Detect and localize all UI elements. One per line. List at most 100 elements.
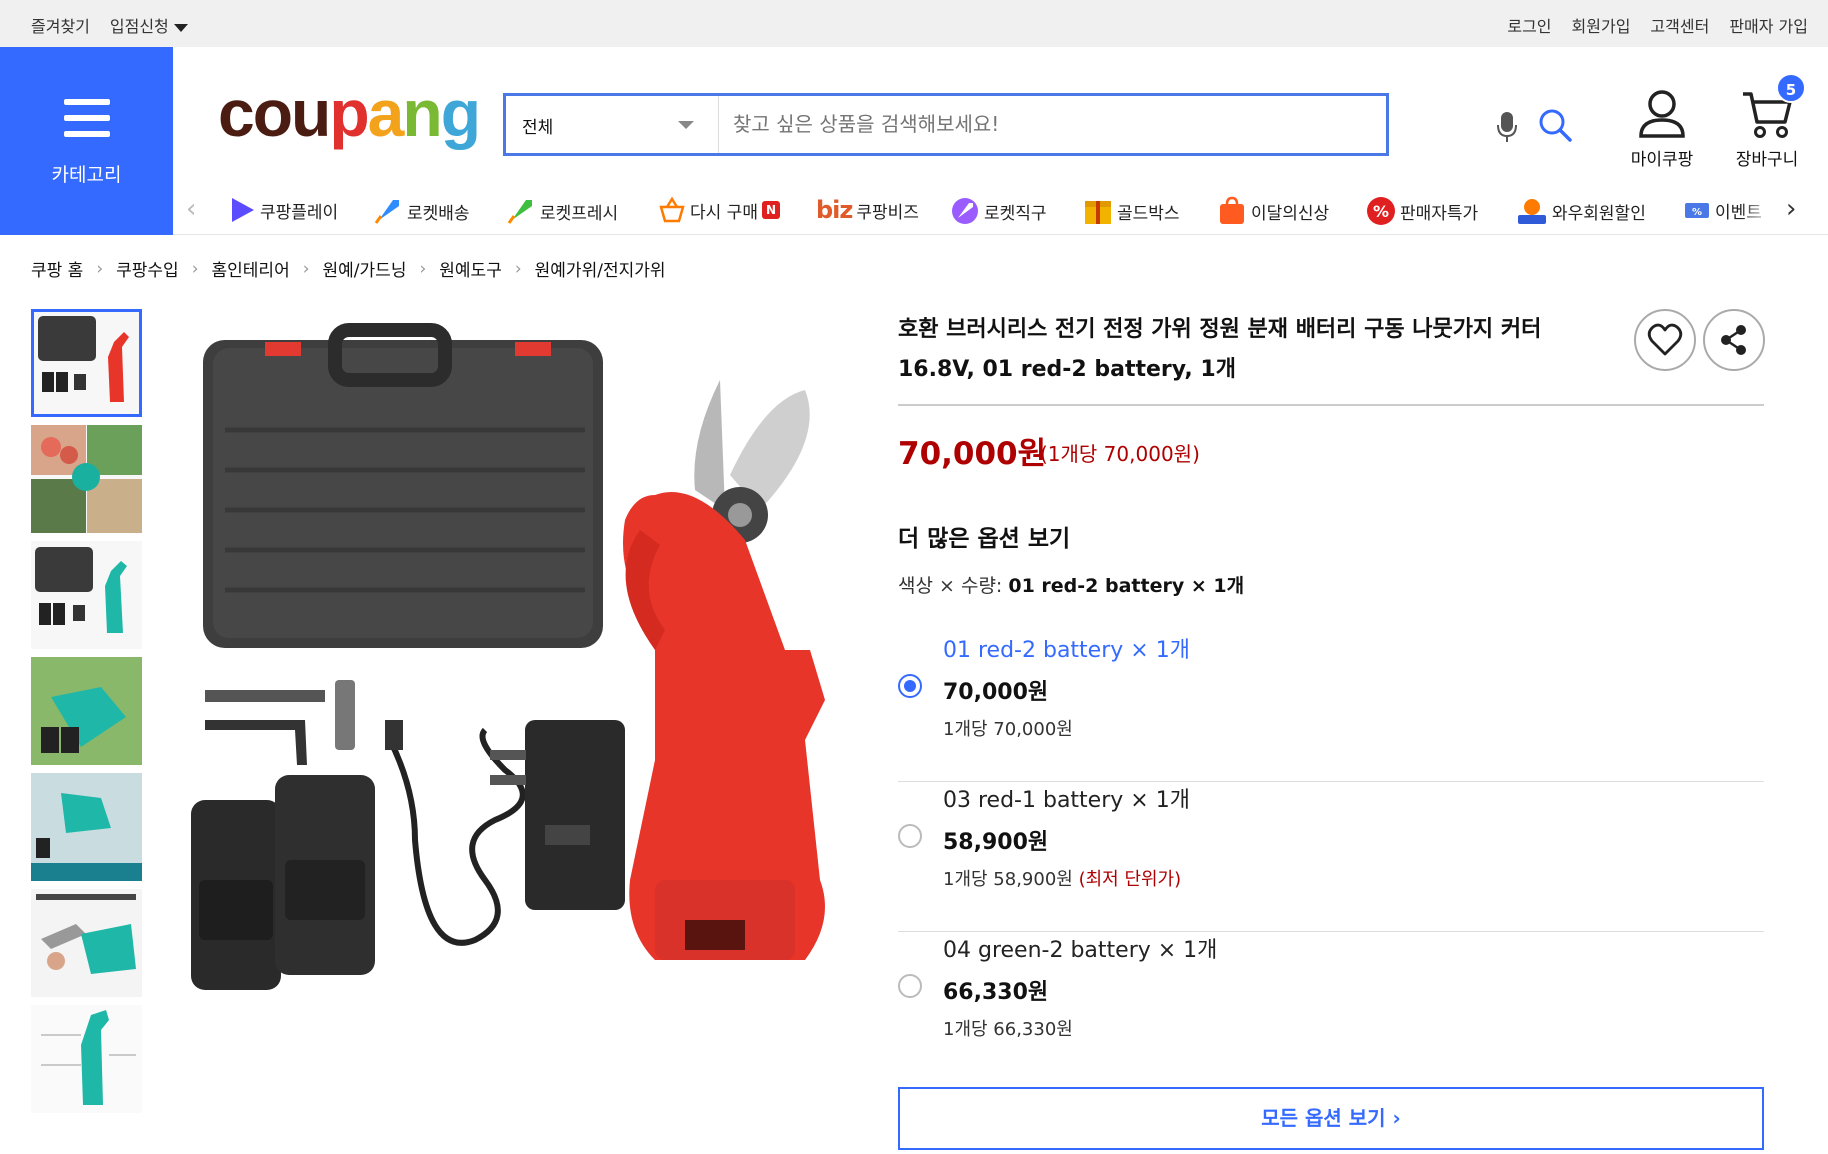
nav-item-rocket-fresh[interactable]: 로켓프레시 xyxy=(506,196,618,226)
breadcrumb-link[interactable]: 원예/가드닝 xyxy=(323,256,407,281)
nav-next-chevron-icon[interactable]: › xyxy=(1786,194,1796,224)
search-icon[interactable] xyxy=(1537,107,1573,143)
cart-label: 장바구니 xyxy=(1735,150,1799,170)
rocket-fresh-icon xyxy=(507,200,532,224)
nav-item-new-this-month[interactable]: 이달의신상 xyxy=(1217,196,1329,226)
breadcrumb-link[interactable]: 쿠팡수입 xyxy=(116,256,179,281)
seller-apply-dropdown[interactable]: 입점신청 xyxy=(110,13,188,37)
nav-label: 이벤트 xyxy=(1715,202,1762,223)
thumbnail-image xyxy=(31,773,142,881)
view-all-options-label: 모든 옵션 보기 xyxy=(1261,1106,1386,1130)
bookmark-link[interactable]: 즐겨찾기 xyxy=(31,13,90,37)
option-unit-price: 1개당 70,000원 xyxy=(943,719,1073,740)
nav-label: 와우회원할인 xyxy=(1552,203,1646,224)
nav-item-rocket-delivery[interactable]: 로켓배송 xyxy=(373,196,470,226)
basket-icon xyxy=(659,196,685,223)
product-main-image xyxy=(191,323,825,990)
search-scope-select[interactable]: 전체 xyxy=(506,96,719,153)
quick-nav: ‹ 쿠팡플레이 로켓배송 로켓프레시 다시 구매 N biz 쿠팡비즈 로켓직구… xyxy=(186,190,1806,226)
option-row[interactable]: 01 red-2 battery × 1개 70,000원 1개당 70,000… xyxy=(898,632,1764,782)
nav-prev-chevron-icon[interactable]: ‹ xyxy=(186,194,196,224)
nav-label: 이달의신상 xyxy=(1251,203,1330,224)
nav-item-wow-discount[interactable]: 와우회원할인 xyxy=(1516,196,1646,226)
cart-button[interactable]: 장바구니 5 xyxy=(1730,73,1806,170)
nav-item-event[interactable]: % 이벤트 xyxy=(1683,196,1778,224)
option-row[interactable]: 04 green-2 battery × 1개 66,330원 1개당 66,3… xyxy=(898,932,1764,1082)
my-coupang-label: 마이쿠팡 xyxy=(1630,150,1694,170)
thumbnail-2[interactable] xyxy=(31,425,142,533)
chevron-right-icon: › xyxy=(191,258,199,279)
category-menu-button[interactable]: 카테고리 xyxy=(0,47,173,235)
nav-label: 골드박스 xyxy=(1117,203,1180,224)
customer-center-link[interactable]: 고객센터 xyxy=(1650,13,1709,37)
breadcrumb-link[interactable]: 원예가위/전지가위 xyxy=(535,256,666,281)
nav-item-rocket-global[interactable]: 로켓직구 xyxy=(950,196,1047,226)
option-radio-selected[interactable] xyxy=(898,674,922,698)
option-radio[interactable] xyxy=(898,824,922,848)
more-options-heading: 더 많은 옵션 보기 xyxy=(898,526,1071,552)
unit-price: (1개당 70,000원) xyxy=(1040,442,1200,466)
option-name: 03 red-1 battery × 1개 xyxy=(943,788,1190,813)
selected-option-summary: 색상 × 수량: 01 red-2 battery × 1개 xyxy=(898,571,1244,598)
thumbnail-5[interactable] xyxy=(31,773,142,881)
hamburger-icon xyxy=(64,99,110,137)
thumbnail-7[interactable] xyxy=(31,1005,142,1113)
chevron-right-icon: › xyxy=(514,258,522,279)
top-utility-bar: 즐겨찾기 입점신청 로그인 회원가입 고객센터 판매자 가입 xyxy=(0,0,1828,47)
nav-item-coupang-play[interactable]: 쿠팡플레이 xyxy=(228,196,338,224)
nav-item-coupang-biz[interactable]: biz 쿠팡비즈 xyxy=(816,196,919,224)
seller-apply-label: 입점신청 xyxy=(109,17,169,36)
product-title: 호환 브러시리스 전기 전정 가위 정원 분재 배터리 구동 나뭇가지 커터 1… xyxy=(898,310,1618,390)
thumbnail-image xyxy=(38,316,129,402)
search-input[interactable] xyxy=(733,108,1233,140)
option-name: 01 red-2 battery × 1개 xyxy=(943,638,1190,663)
event-icon: % xyxy=(1685,203,1709,218)
category-label: 카테고리 xyxy=(51,164,122,186)
rocket-icon xyxy=(374,200,399,224)
thumbnail-image xyxy=(31,889,142,997)
svg-text:%: % xyxy=(1373,202,1389,221)
signup-link[interactable]: 회원가입 xyxy=(1572,13,1631,37)
option-radio[interactable] xyxy=(898,974,922,998)
biz-icon: biz xyxy=(816,196,853,224)
user-icon xyxy=(1639,90,1685,138)
nav-item-rebuy[interactable]: 다시 구매 N xyxy=(658,196,780,224)
microphone-icon[interactable] xyxy=(1496,111,1518,143)
thumbnail-6[interactable] xyxy=(31,889,142,997)
thumbnail-3[interactable] xyxy=(31,541,142,649)
nav-item-gold-box[interactable]: 골드박스 xyxy=(1083,196,1180,226)
header-divider xyxy=(173,234,1828,235)
coupang-logo[interactable]: coupang xyxy=(218,80,481,146)
chevron-right-icon: › xyxy=(302,258,310,279)
seller-signup-link[interactable]: 판매자 가입 xyxy=(1729,13,1808,37)
breadcrumb-link[interactable]: 쿠팡 홈 xyxy=(31,256,83,281)
thumbnail-image xyxy=(35,547,127,633)
wow-icon xyxy=(1518,199,1546,224)
cart-count-badge: 5 xyxy=(1776,73,1806,103)
svg-text:%: % xyxy=(1692,207,1702,218)
title-divider xyxy=(898,404,1764,406)
thumbnail-image xyxy=(31,657,142,765)
nav-item-seller-deals[interactable]: % 판매자특가 xyxy=(1366,196,1478,226)
breadcrumb-link[interactable]: 원예도구 xyxy=(439,256,502,281)
thumbnail-1[interactable] xyxy=(31,309,142,417)
nav-label: 쿠팡비즈 xyxy=(856,202,919,223)
wishlist-button[interactable] xyxy=(1634,309,1696,371)
caret-down-icon xyxy=(173,23,188,32)
search-bar: 전체 xyxy=(503,93,1572,156)
product-title-line1: 호환 브러시리스 전기 전정 가위 정원 분재 배터리 구동 나뭇가지 커터 xyxy=(898,317,1542,342)
share-button[interactable] xyxy=(1703,309,1765,371)
color-qty-value: 01 red-2 battery × 1개 xyxy=(1008,575,1245,597)
option-row[interactable]: 03 red-1 battery × 1개 58,900원 1개당 58,900… xyxy=(898,782,1764,932)
gold-box-icon xyxy=(1085,201,1111,224)
play-icon xyxy=(232,198,254,222)
lowest-unit-price-note: (최저 단위가) xyxy=(1078,869,1182,890)
thumbnail-4[interactable] xyxy=(31,657,142,765)
view-all-options-button[interactable]: 모든 옵션 보기 › xyxy=(898,1087,1764,1150)
login-link[interactable]: 로그인 xyxy=(1507,13,1551,37)
search-scope-value: 전체 xyxy=(522,118,554,138)
share-icon xyxy=(1721,325,1746,355)
breadcrumb-link[interactable]: 홈인테리어 xyxy=(212,256,290,281)
my-coupang-button[interactable]: 마이쿠팡 xyxy=(1625,88,1699,170)
nav-label: 다시 구매 xyxy=(690,202,758,223)
